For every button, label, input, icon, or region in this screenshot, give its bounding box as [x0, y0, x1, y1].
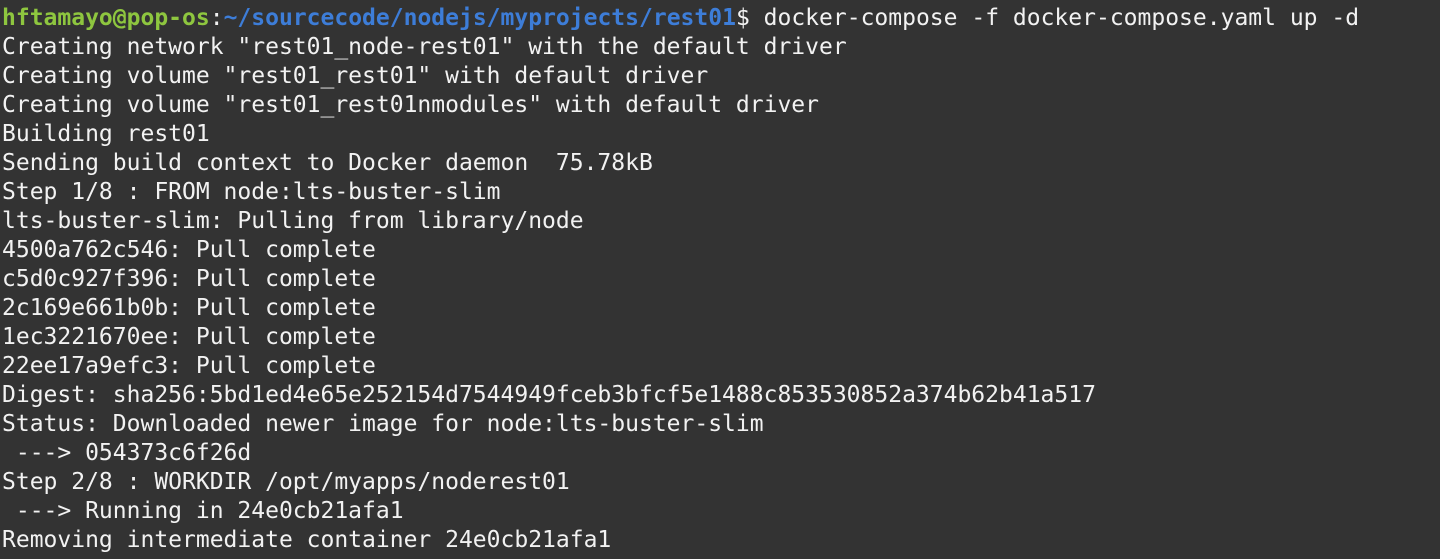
output-line: lts-buster-slim: Pulling from library/no… [2, 208, 584, 234]
output-line: Digest: sha256:5bd1ed4e65e252154d7544949… [2, 382, 1096, 408]
output-line: ---> 054373c6f26d [2, 440, 252, 466]
output-line: 22ee17a9efc3: Pull complete [2, 353, 376, 379]
output-line: 1ec3221670ee: Pull complete [2, 324, 376, 350]
prompt-line: hftamayo@pop-os:~/sourcecode/nodejs/mypr… [2, 4, 1359, 33]
output-line: Building rest01 [2, 121, 210, 147]
prompt-symbol: $ [735, 5, 750, 31]
output-line: c5d0c927f396: Pull complete [2, 266, 376, 292]
prompt-user-host: hftamayo@pop-os [2, 5, 210, 31]
prompt-path: ~/sourcecode/nodejs/myprojects/rest01 [223, 5, 736, 31]
output-line: Status: Downloaded newer image for node:… [2, 411, 764, 437]
output-line: Creating volume "rest01_rest01" with def… [2, 63, 709, 89]
output-line: Step 2/8 : WORKDIR /opt/myapps/noderest0… [2, 469, 570, 495]
output-line: Step 1/8 : FROM node:lts-buster-slim [2, 179, 501, 205]
output-line: Creating volume "rest01_rest01nmodules" … [2, 92, 819, 118]
terminal-window[interactable]: hftamayo@pop-os:~/sourcecode/nodejs/mypr… [0, 0, 1440, 559]
output-line: ---> Running in 24e0cb21afa1 [2, 498, 404, 524]
prompt-command: docker-compose -f docker-compose.yaml up… [749, 5, 1360, 31]
output-line: Creating network "rest01_node-rest01" wi… [2, 34, 847, 60]
output-line: 2c169e661b0b: Pull complete [2, 295, 376, 321]
output-line: Removing intermediate container 24e0cb21… [2, 527, 612, 553]
prompt-separator: : [209, 5, 224, 31]
output-line: Sending build context to Docker daemon 7… [2, 150, 653, 176]
output-line: 4500a762c546: Pull complete [2, 237, 376, 263]
